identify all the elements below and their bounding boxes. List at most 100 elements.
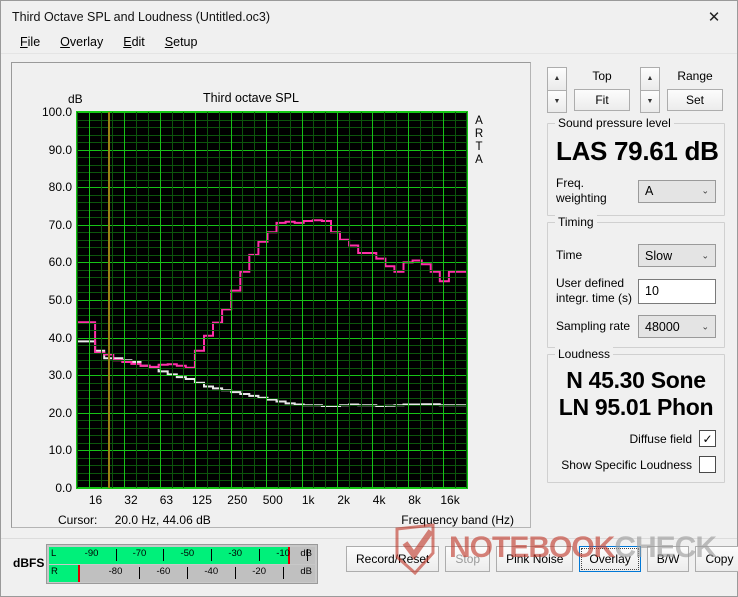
integration-time-label-line2: integr. time (s)	[556, 291, 633, 305]
pink-noise-button[interactable]: Pink Noise	[496, 546, 574, 572]
diffuse-field-label: Diffuse field	[629, 431, 692, 446]
y-tick: 100.0	[41, 105, 72, 119]
grid-line-vertical	[384, 112, 386, 488]
top-spinner[interactable]: ▲ ▼	[547, 67, 567, 113]
set-button[interactable]: Set	[667, 89, 723, 111]
overlay-button[interactable]: Overlay	[579, 546, 641, 572]
time-select[interactable]: Slow ⌄	[638, 244, 716, 267]
bottom-bar: dBFS L dB -90 -70 -50 -30 -10 R dB -80 -60 -40…	[1, 538, 738, 596]
action-buttons: Record/Reset Stop Pink Noise Overlay B/W Copy	[346, 546, 738, 572]
copy-button[interactable]: Copy	[695, 546, 738, 572]
grid-line-vertical	[419, 112, 421, 488]
grid-line-vertical	[266, 112, 268, 488]
loudness-legend: Loudness	[555, 347, 614, 361]
x-tick: 63	[159, 493, 174, 507]
time-label: Time	[556, 248, 583, 262]
meter-tick-mark	[139, 567, 141, 579]
grid-line-vertical	[171, 112, 173, 488]
meter-tick: -20	[252, 566, 266, 577]
grid-line-vertical	[396, 112, 398, 488]
grid-line-vertical	[360, 112, 362, 488]
meter-tick-mark	[235, 567, 237, 579]
menu-item-file[interactable]: File	[10, 33, 50, 51]
sampling-rate-label: Sampling rate	[556, 319, 631, 333]
grid-line-vertical	[183, 112, 185, 488]
timing-legend: Timing	[555, 215, 597, 229]
sampling-rate-row: Sampling rate 48000 ⌄	[556, 315, 716, 338]
grid-line-vertical	[337, 112, 338, 488]
chevron-down-icon[interactable]: ▼	[641, 90, 659, 112]
menu-item-edit[interactable]: Edit	[113, 33, 155, 51]
app-window: Third Octave SPL and Loudness (Untitled.…	[0, 0, 738, 597]
integration-time-input[interactable]: 10	[638, 278, 716, 304]
range-spinner[interactable]: ▲ ▼	[640, 67, 660, 113]
meter-tick: -30	[228, 548, 243, 559]
meter-tick-mark	[283, 567, 285, 579]
grid-line-vertical	[230, 112, 232, 488]
meter-tick-mark	[307, 549, 309, 561]
meter-tick-mark	[259, 549, 261, 561]
diffuse-field-row[interactable]: Diffuse field ✓	[556, 430, 716, 447]
grid-line-vertical	[159, 112, 161, 488]
integration-time-label-line1: User defined	[556, 276, 625, 290]
grid-line-vertical	[301, 112, 303, 488]
meter-tick-mark	[115, 549, 117, 561]
y-tick: 20.0	[48, 405, 72, 420]
menu-item-overlay[interactable]: Overlay	[50, 33, 113, 51]
freq-weighting-label: Freq. weighting	[556, 176, 607, 205]
chevron-down-icon[interactable]: ▼	[548, 90, 566, 112]
y-axis-ticks: 100.0 90.0 80.0 70.0 60.0 50.0 40.0 30.0 20.0 10.…	[12, 105, 72, 495]
chevron-down-icon: ⌄	[701, 185, 709, 196]
level-meter-left: L dB -90-70-50-30-10	[49, 547, 315, 564]
cursor-line[interactable]	[108, 112, 111, 488]
freq-weighting-select[interactable]: A ⌄	[638, 179, 716, 203]
chevron-up-icon[interactable]: ▲	[641, 68, 659, 91]
y-tick: 40.0	[48, 330, 72, 345]
window-title: Third Octave SPL and Loudness (Untitled.…	[12, 10, 271, 24]
fit-button[interactable]: Fit	[574, 89, 630, 111]
menu-item-setup[interactable]: Setup	[155, 33, 208, 51]
show-specific-loudness-checkbox[interactable]	[699, 456, 716, 473]
sound-pressure-level-group: Sound pressure level LAS 79.61 dB Freq. …	[547, 116, 725, 216]
level-meter-right: R dB -80 -60 -40 -20	[49, 565, 315, 582]
range-label: Range	[677, 69, 713, 83]
y-tick: 50.0	[48, 293, 72, 307]
x-tick: 16	[88, 493, 103, 507]
close-icon[interactable]: ✕	[691, 1, 737, 32]
sampling-rate-select[interactable]: 48000 ⌄	[638, 315, 716, 338]
grid-line-vertical	[100, 112, 102, 488]
grid-line-vertical	[443, 112, 445, 488]
timing-group: Timing Time Slow ⌄ User defined integr. …	[547, 215, 725, 348]
title-bar: Third Octave SPL and Loudness (Untitled.…	[1, 1, 737, 33]
record-reset-button[interactable]: Record/Reset	[346, 546, 440, 572]
plot-area[interactable]	[76, 111, 468, 489]
arta-letter: T	[475, 141, 483, 153]
right-panel: ▲ ▼ Top Fit ▲ ▼ Range Set Sound pressure…	[541, 61, 731, 483]
sampling-rate-value: 48000	[645, 319, 680, 334]
grid-line-vertical	[88, 112, 90, 488]
meter-tick-mark	[187, 567, 189, 579]
grid-line-vertical	[124, 112, 126, 488]
show-specific-loudness-row[interactable]: Show Specific Loudness	[556, 456, 716, 473]
cursor-label: Cursor:	[58, 513, 98, 527]
chevron-up-icon[interactable]: ▲	[548, 68, 566, 91]
grid-line-vertical	[431, 112, 433, 488]
b-w-button[interactable]: B/W	[646, 546, 690, 572]
y-tick: 0.0	[55, 481, 72, 495]
y-tick: 90.0	[48, 142, 72, 157]
grid-line-vertical	[372, 112, 374, 488]
x-tick: 16k	[440, 493, 460, 507]
cursor-value: 20.0 Hz, 44.06 dB	[114, 513, 211, 527]
diffuse-field-checkbox[interactable]: ✓	[699, 430, 716, 447]
x-tick: 32	[124, 493, 138, 507]
meter-tick: -70	[132, 548, 147, 559]
grid-line-vertical	[218, 112, 220, 488]
arta-letter: A	[475, 154, 483, 166]
arta-letter: A	[475, 115, 483, 127]
loudness-phon-value: LN 95.01 Phon	[558, 394, 714, 420]
grid-line-vertical	[77, 112, 78, 488]
y-tick: 60.0	[48, 255, 72, 270]
x-axis-ticks: 16 32 63 125 250 500 1k 2k 4k 8k 16k	[76, 493, 468, 511]
y-axis-unit: dB	[68, 92, 83, 106]
grid-line-vertical	[277, 112, 279, 488]
